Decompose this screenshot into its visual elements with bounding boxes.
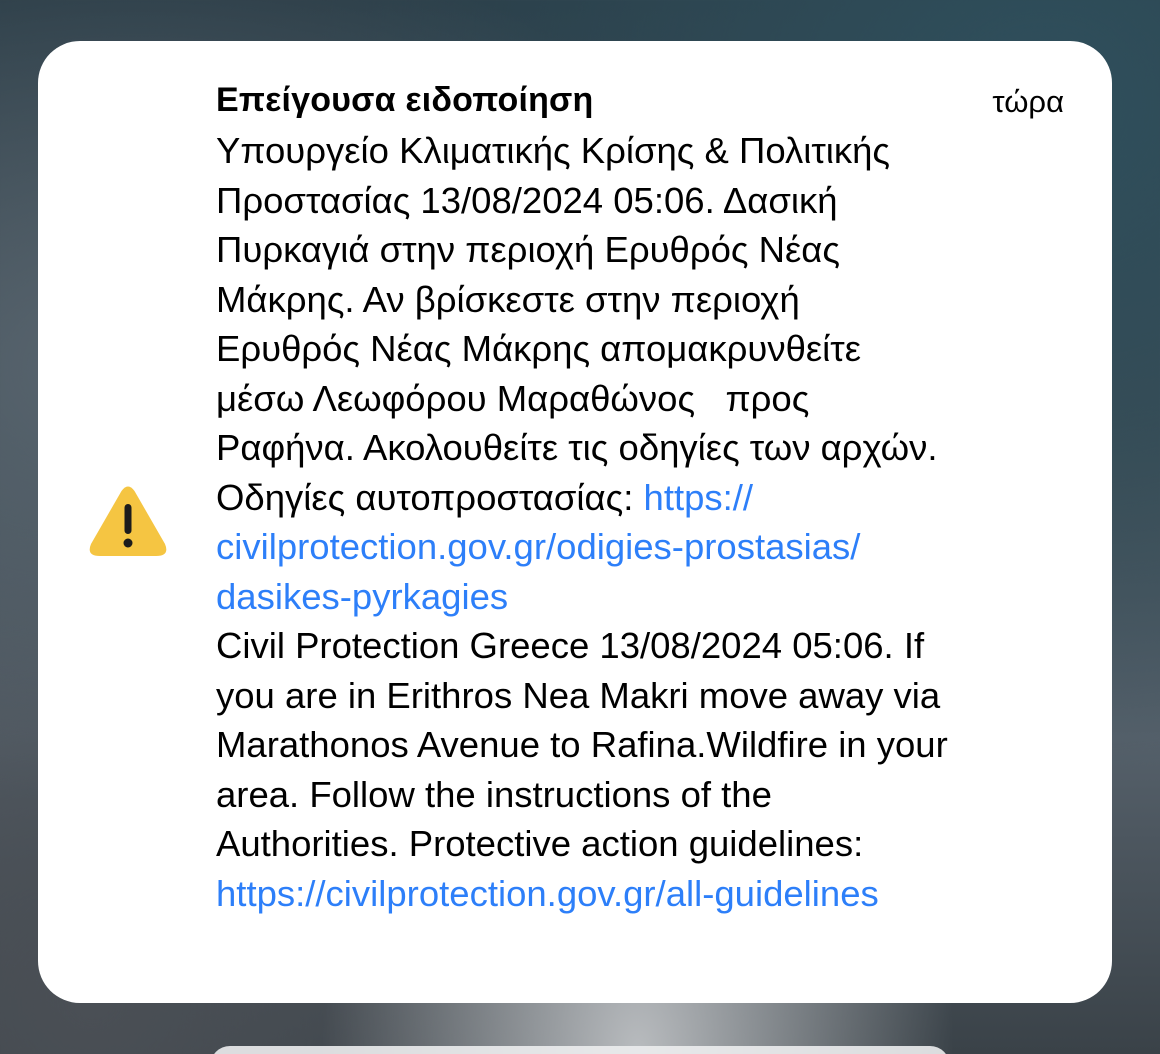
body-line: μέσω Λεωφόρου Μαραθώνος προς — [216, 377, 810, 419]
notification-title: Επείγουσα ειδοποίηση — [216, 81, 594, 119]
greek-guidelines-link[interactable]: dasikes-pyrkagies — [216, 572, 1076, 622]
body-line-en: area. Follow the instructions of the — [216, 773, 772, 815]
body-line: Ερυθρός Νέας Μάκρης απομακρυνθείτε — [216, 328, 861, 369]
body-line: Προστασίας 13/08/2024 05:06. Δασική — [216, 179, 838, 221]
body-line: Ραφήνα. Ακολουθείτε τις οδηγίες των αρχώ… — [216, 427, 938, 468]
body-line: Πυρκαγιά στην περιοχή Ερυθρός Νέας — [216, 229, 840, 270]
body-line: Μάκρης. Αν βρίσκεστε στην περιοχή — [216, 278, 800, 320]
body-line-en: Marathonos Avenue to Rafina.Wildfire in … — [216, 724, 948, 765]
body-line-en: Civil Protection Greece 13/08/2024 05:06… — [216, 625, 925, 666]
body-line-en: Authorities. Protective action guideline… — [216, 823, 864, 864]
body-line-en: you are in Erithros Nea Makri move away … — [216, 674, 941, 716]
notification-body: Υπουργείο Κλιματικής Κρίσης & Πολιτικής … — [216, 126, 1076, 918]
guidelines-label: Οδηγίες αυτοπροστασίας: — [216, 476, 644, 518]
greek-guidelines-link[interactable]: https:// — [644, 477, 754, 518]
background-widget — [210, 1046, 950, 1054]
notification-timestamp: τώρα — [992, 84, 1064, 119]
greek-guidelines-link[interactable]: civilprotection.gov.gr/odigies-prostasia… — [216, 522, 1076, 572]
guidelines-line: Οδηγίες αυτοπροστασίας: https:// — [216, 473, 1076, 523]
warning-triangle-icon — [88, 484, 168, 560]
body-line: Υπουργείο Κλιματικής Κρίσης & Πολιτικής — [216, 130, 891, 171]
english-guidelines-link[interactable]: https://civilprotection.gov.gr/all-guide… — [216, 869, 1076, 919]
